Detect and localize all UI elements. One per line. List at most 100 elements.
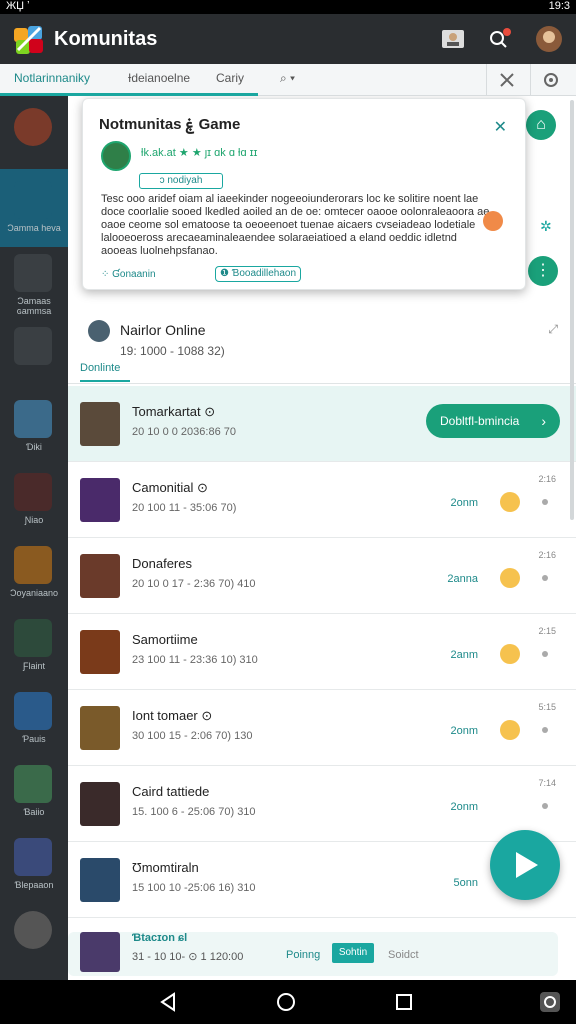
sidebar-item-label: Ɓaiio [23, 807, 45, 817]
search-icon[interactable] [484, 24, 514, 54]
accessibility-icon[interactable] [538, 990, 562, 1014]
sidebar-item-label: Ƒlaint [22, 661, 45, 671]
recents-icon[interactable] [392, 990, 416, 1014]
close-tabs-button[interactable] [486, 64, 526, 96]
list-item[interactable]: Iont tomaer ⊙ 30 100 15 - 2:06 70) 130 2on… [68, 690, 576, 766]
play-icon [516, 852, 538, 878]
tab-search[interactable]: Cariy [216, 71, 244, 85]
star-icon[interactable]: ✲ [540, 218, 552, 235]
game-thumb-icon [14, 765, 52, 803]
online-section: Nairlor Online 19: 1000 - 1088 32) Donli… [68, 310, 576, 384]
sidebar-item-label: Ɔoyaniaano [9, 588, 59, 598]
join-game-button[interactable]: Dobltfl-bmincia › [426, 404, 560, 438]
status-dot-icon [542, 727, 548, 733]
online-tab[interactable]: Donlinte [80, 362, 120, 374]
friend-time: 2anm [450, 649, 478, 661]
app-logo-icon [14, 26, 43, 54]
sidebar-item-1[interactable]: Ɔamma heva [0, 169, 68, 247]
status-dot-icon [542, 499, 548, 505]
bottom-card-secondary[interactable]: Soidct [388, 949, 419, 961]
friend-meta: 15 100 10 -25:06 16) 310 [132, 882, 256, 894]
community-popup: Notmunitas ۼ Game ✕ ƚk.ak.at ★ ★ ȷɪ ɑk ɑ… [82, 98, 526, 290]
tab-discover[interactable]: Ɨdeianoelne [128, 71, 190, 85]
sidebar-item-2[interactable]: Ɔamaas ɢammsa [0, 242, 68, 320]
friend-timestamp: 5:15 [538, 702, 556, 712]
list-item[interactable]: Donaferes 20 10 0 17 - 2:36 70) 410 2anna 2… [68, 538, 576, 614]
community-shield-icon [14, 108, 52, 146]
system-nav-bar [0, 980, 576, 1024]
online-tab-indicator [80, 380, 130, 382]
chat-settings-button[interactable] [530, 64, 570, 96]
friend-name: Samortiime [132, 632, 198, 647]
scrollbar[interactable] [570, 100, 574, 520]
friend-meta: 30 100 15 - 2:06 70) 130 [132, 730, 253, 742]
popup-footer-link[interactable]: ⁘ Ɠonaanin [101, 269, 156, 280]
bottom-card-title: Ɓtaᴄɪon ɕl [132, 932, 188, 944]
emoji-icon [500, 492, 520, 512]
profile-card-icon[interactable] [438, 24, 468, 54]
game-thumb-icon [14, 692, 52, 730]
sidebar-item-label: Ɔamaas ɢammsa [16, 296, 52, 316]
join-button-label: Dobltfl-bmincia [440, 414, 520, 428]
headset-icon [14, 254, 52, 292]
game-thumb-icon [14, 546, 52, 584]
game-thumb-icon [14, 400, 52, 438]
list-item[interactable]: Tomarkartat ⊙ 20 10 0 0 2036:86 70 Dobltfl… [68, 386, 576, 462]
popup-emoji-icon [483, 211, 503, 231]
expand-icon[interactable]: ⤢ [548, 322, 558, 337]
play-fab-button[interactable] [490, 830, 560, 900]
sidebar-item-label: Ɓlepaaon [14, 880, 54, 890]
sidebar-item-10[interactable]: Ɓlepaaon [0, 826, 68, 904]
emoji-icon [500, 720, 520, 740]
bottom-card-link[interactable]: Poinng [286, 949, 320, 961]
list-item[interactable]: Camonitial ⊙ 20 100 11 - 35:06 70) 2onm 2:1… [68, 462, 576, 538]
list-item[interactable]: Samortiime 23 100 11 - 23:36 10) 310 2anm 2… [68, 614, 576, 690]
emoji-icon [500, 644, 520, 664]
filter-search-icon[interactable]: ⌕ ▾ [280, 71, 295, 86]
back-icon[interactable] [156, 990, 180, 1014]
friend-timestamp: 2:16 [538, 550, 556, 560]
game-thumb-icon [14, 473, 52, 511]
sidebar-item-3[interactable] [0, 315, 68, 393]
sidebar-item-8[interactable]: Ƥauis [0, 680, 68, 758]
popup-chip[interactable]: ❶ Ɓooadillehaon [215, 266, 302, 282]
sidebar-item-9[interactable]: Ɓaiio [0, 753, 68, 831]
popup-badge[interactable]: ɔ nodiyah [139, 173, 223, 189]
friend-name: Donaferes [132, 556, 192, 571]
sidebar-item-11[interactable] [0, 899, 68, 977]
popup-title: Notmunitas ۼ Game [99, 116, 241, 133]
status-dot-icon [542, 803, 548, 809]
friend-time: 2onm [450, 725, 478, 737]
game-thumbnail [80, 630, 120, 674]
friend-time: 5onn [453, 877, 478, 889]
status-dot-icon [542, 575, 548, 581]
friend-timestamp: 2:15 [538, 626, 556, 636]
sidebar-item-label: Ɲiao [24, 515, 44, 525]
fab-top-button[interactable]: ⌂ [526, 110, 556, 140]
chat-gear-icon [544, 73, 558, 87]
chat-icon [14, 181, 52, 219]
fab-mid-button[interactable]: ⋮ [528, 256, 558, 286]
friend-name: Caird tattiede [132, 784, 210, 799]
bottom-card[interactable]: Ɓtaᴄɪon ɕl 31 - 10 10- ⊙ 1 120:00 Poinng… [68, 932, 558, 976]
status-time: 19:3 [548, 0, 570, 12]
friend-meta: 20 100 11 - 35:06 70) [132, 502, 237, 514]
avatar[interactable] [534, 24, 564, 54]
online-count: 19: 1000 - 1088 32) [120, 344, 225, 358]
tab-notifications[interactable]: Notlarinnaniky [14, 71, 90, 85]
sidebar-item-6[interactable]: Ɔoyaniaano [0, 534, 68, 612]
sidebar-item-0[interactable] [0, 96, 68, 174]
sidebar-item-4[interactable]: Ɗiki [0, 388, 68, 466]
popup-body: Tesc ooo aridef oiam al iaeekinder nogee… [101, 193, 490, 257]
friend-meta: 15. 100 6 - 25:06 70) 310 [132, 806, 256, 818]
home-icon[interactable] [274, 990, 298, 1014]
friend-name: Ʊmomtiraln [132, 860, 199, 875]
close-icon [500, 73, 514, 87]
sidebar-item-5[interactable]: Ɲiao [0, 461, 68, 539]
sidebar-item-7[interactable]: Ƒlaint [0, 607, 68, 685]
bottom-card-button[interactable]: Sohtin [332, 943, 374, 963]
online-group-icon [88, 320, 110, 342]
game-thumbnail [80, 858, 120, 902]
game-thumbnail [80, 554, 120, 598]
popup-close-icon[interactable]: ✕ [494, 117, 507, 137]
